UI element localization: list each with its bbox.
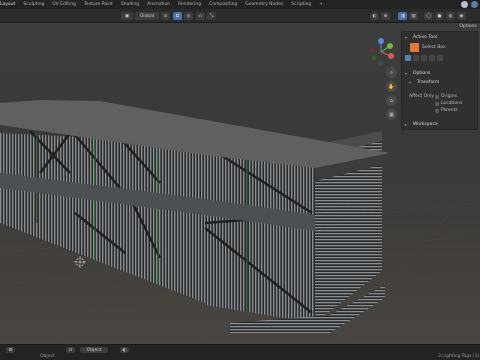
viewport-header: ▣ Global ⊙ ⧉ ◎ ∩ ⤡ ◐ ⊕ ◨ ▧ ◯ ● ◍ ◉ xyxy=(0,9,480,23)
status-left-text: Object xyxy=(40,354,55,359)
select-box-label: Select Box xyxy=(422,45,446,50)
parents-label: Parents xyxy=(441,108,458,113)
add-workspace-button[interactable]: + xyxy=(319,2,323,7)
tab-sculpting[interactable]: Sculpting xyxy=(23,2,44,7)
view-icon[interactable]: ⊙ xyxy=(66,347,75,353)
options-header[interactable]: ▾ Options xyxy=(402,69,477,77)
pivot-icon[interactable]: ⊙ xyxy=(161,12,170,20)
viewport-gizmos-icon[interactable]: ⊕ xyxy=(381,12,390,20)
affect-only-label: Affect Only xyxy=(409,94,434,99)
active-tool-section: ▾ Active Tool xyxy=(402,33,477,41)
options-section: ▾ Options xyxy=(402,69,477,77)
mode-new-icon[interactable] xyxy=(405,55,411,61)
scene-icon[interactable] xyxy=(461,1,468,8)
shading-solid-icon[interactable]: ● xyxy=(435,12,444,20)
transform-subsection: ▾ Transform xyxy=(406,78,480,86)
transform-label: Transform xyxy=(417,79,440,85)
options-title: Options xyxy=(413,70,431,76)
tab-rendering[interactable]: Rendering xyxy=(178,2,201,7)
mode-invert-icon[interactable] xyxy=(429,55,435,61)
options-button-label: Options xyxy=(459,24,477,29)
shading-wireframe-icon[interactable]: ◯ xyxy=(424,12,433,20)
editor-type-icon[interactable]: ⊞ xyxy=(6,347,15,353)
proportional-edit-icon[interactable]: ◎ xyxy=(184,12,193,20)
transform-icon[interactable]: ⤡ xyxy=(207,12,216,20)
snap-icon[interactable]: ⧉ xyxy=(173,12,182,20)
tab-uv-editing[interactable]: UV Editing xyxy=(52,2,75,7)
workspace-tab-bar: Layout Sculpting UV Editing Texture Pain… xyxy=(0,0,480,9)
select-box-tool-icon[interactable] xyxy=(410,43,419,52)
workspace-header[interactable]: ▸ Workspace xyxy=(402,120,477,128)
active-tool-title: Active Tool xyxy=(413,34,438,40)
chevron-down-icon: ▾ xyxy=(405,34,408,40)
object-mode-icon[interactable]: ▣ xyxy=(121,12,133,20)
structure-side-left xyxy=(0,133,205,303)
pan-hand-icon[interactable]: ✋ xyxy=(386,81,397,92)
parents-checkbox[interactable] xyxy=(435,109,439,113)
visibility-icon[interactable]: ◐ xyxy=(370,12,379,20)
zoom-icon[interactable]: ⌕ xyxy=(386,67,397,78)
origins-checkbox[interactable] xyxy=(435,95,439,99)
perspective-toggle-icon[interactable]: ▦ xyxy=(386,109,397,120)
tab-layout[interactable]: Layout xyxy=(0,2,15,7)
3d-cursor xyxy=(74,256,86,268)
chevron-down-icon: ▾ xyxy=(405,70,408,76)
shading-rendered-icon[interactable]: ◉ xyxy=(457,12,466,20)
options-button[interactable]: Options xyxy=(457,23,479,30)
locations-checkbox[interactable] xyxy=(435,102,439,106)
shading-material-icon[interactable]: ◍ xyxy=(446,12,455,20)
orientation-label: Global xyxy=(139,13,155,19)
mode-extend-icon[interactable] xyxy=(413,55,419,61)
navigation-gizmo[interactable] xyxy=(366,37,396,67)
status-right-text: 3.Lighting Rigs (1) xyxy=(438,354,480,359)
locations-label: Locations xyxy=(441,101,463,106)
view-layer-icon[interactable] xyxy=(471,1,478,8)
tab-scripting[interactable]: Scripting xyxy=(291,2,311,7)
mode-intersect-icon[interactable] xyxy=(437,55,443,61)
shading-icon[interactable]: ◐ xyxy=(120,347,129,353)
structure-side-near xyxy=(205,143,315,323)
status-bar: ⊞ ⊙ Object ◐ Object 3.Lighting Rigs (1) xyxy=(0,344,480,360)
mode-label: Object xyxy=(86,347,102,353)
tab-compositing[interactable]: Compositing xyxy=(209,2,237,7)
orientation-dropdown[interactable]: Global xyxy=(135,12,159,20)
tab-shading[interactable]: Shading xyxy=(121,2,139,7)
sidebar-panel: ▾ Active Tool Select Box ▾ Options ▾ Tra… xyxy=(401,31,478,130)
xray-icon[interactable]: ▧ xyxy=(409,12,418,20)
workspace-label: Workspace xyxy=(413,121,438,127)
camera-view-icon[interactable]: ⌂ xyxy=(386,95,397,106)
chevron-right-icon: ▸ xyxy=(405,121,408,127)
falloff-icon[interactable]: ∩ xyxy=(196,12,205,20)
active-tool-header[interactable]: ▾ Active Tool xyxy=(402,33,477,41)
chevron-down-icon: ▾ xyxy=(409,79,412,85)
mode-dropdown[interactable]: Object xyxy=(80,347,108,353)
workspace-section: ▸ Workspace xyxy=(402,120,477,128)
mode-subtract-icon[interactable] xyxy=(421,55,427,61)
tab-animation[interactable]: Animation xyxy=(147,2,170,7)
origins-label: Origins xyxy=(441,94,457,99)
tab-texture-paint[interactable]: Texture Paint xyxy=(84,2,113,7)
transform-header[interactable]: ▾ Transform xyxy=(406,78,480,86)
overlays-icon[interactable]: ◨ xyxy=(398,12,407,20)
tab-geometry-nodes[interactable]: Geometry Nodes xyxy=(245,2,283,7)
